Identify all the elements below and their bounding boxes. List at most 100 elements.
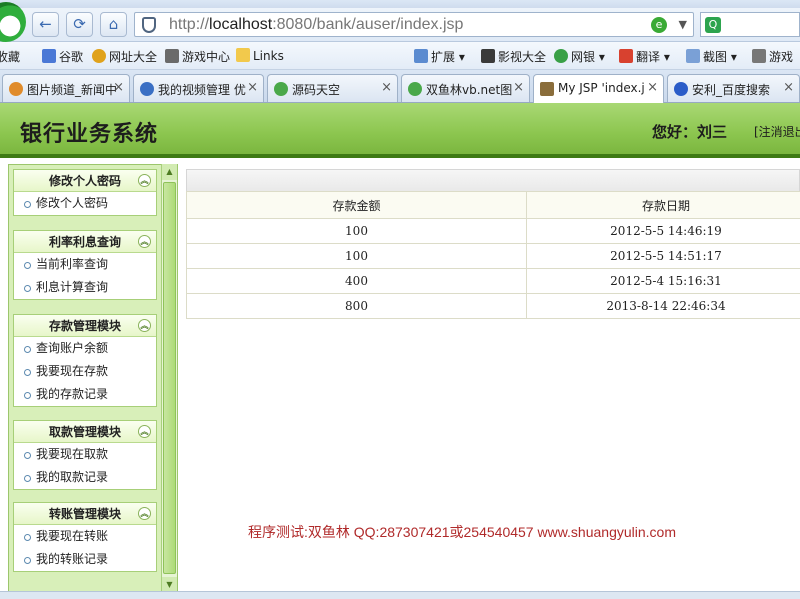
table-row: 100 2012-5-5 14:46:19: [186, 218, 800, 244]
collapse-icon[interactable]: ︽: [138, 235, 151, 248]
browser-logo-icon: [0, 2, 26, 42]
back-button[interactable]: ←: [32, 12, 59, 37]
menu-deposit: 存款管理模块 ︽ 查询账户余额 我要现在存款 我的存款记录: [13, 314, 157, 407]
menu-interest: 利率利息查询 ︽ 当前利率查询 利息计算查询: [13, 230, 157, 300]
refresh-button[interactable]: ⟳: [66, 12, 93, 37]
browser-tab[interactable]: 图片频道_新闻中 ×: [2, 74, 130, 102]
cell-date: 2012-5-5 14:46:19: [526, 218, 800, 244]
menu-header[interactable]: 存款管理模块 ︽: [14, 315, 156, 337]
browser-tab[interactable]: 我的视频管理 优 ×: [133, 74, 264, 102]
tab-strip: 图片频道_新闻中 × 我的视频管理 优 × 源码天空 × 双鱼林vb.net图 × My…: [0, 70, 800, 103]
translate-icon: [619, 49, 633, 63]
favorite-item[interactable]: 收藏: [0, 48, 20, 65]
bank-icon: [554, 49, 568, 63]
collapse-icon[interactable]: ︽: [138, 319, 151, 332]
address-dropdown-icon[interactable]: ▼: [679, 18, 687, 31]
browser-tab-active[interactable]: My JSP 'index.j ×: [533, 74, 664, 103]
close-icon[interactable]: ×: [381, 80, 392, 95]
browser-tab[interactable]: 源码天空 ×: [267, 74, 398, 102]
gamepad-icon: [165, 49, 179, 63]
sidebar-item-transfer[interactable]: 我要现在转账: [14, 525, 156, 548]
tab-favicon-icon: [140, 82, 154, 96]
favorite-item[interactable]: 谷歌: [42, 48, 83, 65]
gamepad-icon: [752, 49, 766, 63]
favorite-item[interactable]: 游戏中心: [165, 48, 230, 65]
menu-withdraw: 取款管理模块 ︽ 我要现在取款 我的取款记录: [13, 420, 157, 490]
close-icon[interactable]: ×: [513, 80, 524, 95]
search-engine-icon[interactable]: Q: [705, 17, 721, 33]
cell-amount: 400: [186, 268, 527, 294]
address-bar[interactable]: http://localhost:8080/bank/auser/index.j…: [134, 12, 694, 37]
table-header-row: 存款金额 存款日期: [186, 191, 800, 219]
menu-transfer: 转账管理模块 ︽ 我要现在转账 我的转账记录: [13, 502, 157, 572]
content-toolbar: [186, 169, 800, 191]
menu-header[interactable]: 修改个人密码 ︽: [14, 170, 156, 192]
sidebar-item-transfer-records[interactable]: 我的转账记录: [14, 548, 156, 571]
home-button[interactable]: ⌂: [100, 12, 127, 37]
favorite-item[interactable]: 游戏: [752, 48, 793, 65]
navigation-bar: ← ⟳ ⌂ http://localhost:8080/bank/auser/i…: [0, 2, 800, 42]
sidebar-scrollbar[interactable]: ▲ ▼: [161, 164, 177, 593]
smiley-icon: [92, 49, 106, 63]
search-box[interactable]: Q: [700, 12, 800, 37]
close-icon[interactable]: ×: [783, 80, 794, 95]
sidebar-item-current-rate[interactable]: 当前利率查询: [14, 253, 156, 276]
cell-date: 2012-5-4 15:16:31: [526, 268, 800, 294]
menu-header[interactable]: 利率利息查询 ︽: [14, 231, 156, 253]
sidebar-item-withdraw-records[interactable]: 我的取款记录: [14, 466, 156, 489]
collapse-icon[interactable]: ︽: [138, 174, 151, 187]
cell-amount: 100: [186, 243, 527, 269]
footer-credit: 程序测试:双鱼林 QQ:287307421或254540457 www.shua…: [248, 524, 676, 540]
scrollbar-thumb[interactable]: [163, 182, 176, 574]
compat-mode-icon[interactable]: e: [651, 17, 667, 33]
cell-date: 2012-5-5 14:51:17: [526, 243, 800, 269]
logout-link[interactable]: [注消退出]: [754, 123, 800, 140]
site-header: 银行业务系统 您好：刘三 [注消退出]: [0, 103, 800, 158]
menu-header[interactable]: 取款管理模块 ︽: [14, 421, 156, 443]
sidebar-item-balance[interactable]: 查询账户余额: [14, 337, 156, 360]
security-shield-icon: [142, 17, 156, 33]
browser-tab[interactable]: 安利_百度搜索 ×: [667, 74, 800, 102]
deposit-records-table: 存款金额 存款日期 100 2012-5-5 14:46:19 100 2012-5…: [186, 191, 800, 319]
sidebar-item-withdraw[interactable]: 我要现在取款: [14, 443, 156, 466]
close-icon[interactable]: ×: [247, 80, 258, 95]
main-content: 存款金额 存款日期 100 2012-5-5 14:46:19 100 2012-5…: [186, 169, 800, 319]
close-icon[interactable]: ×: [647, 80, 658, 95]
sidebar-item-deposit-records[interactable]: 我的存款记录: [14, 383, 156, 406]
user-greeting: 您好：刘三: [652, 123, 728, 141]
favorite-item[interactable]: 网址大全: [92, 48, 157, 65]
sidebar-item-interest-calc[interactable]: 利息计算查询: [14, 276, 156, 299]
favorite-item[interactable]: Links: [236, 48, 284, 63]
tab-favicon-icon: [540, 82, 554, 96]
menu-header[interactable]: 转账管理模块 ︽: [14, 503, 156, 525]
address-url[interactable]: http://localhost:8080/bank/auser/index.j…: [169, 16, 463, 34]
folder-icon: [236, 48, 250, 62]
collapse-icon[interactable]: ︽: [138, 507, 151, 520]
favorites-bar: 收藏 谷歌 网址大全 游戏中心 Links 扩展 ▾ 影视大全 网银 ▾ 翻译 …: [0, 42, 800, 70]
google-icon: [42, 49, 56, 63]
table-row: 100 2012-5-5 14:51:17: [186, 243, 800, 269]
favorite-item[interactable]: 影视大全: [481, 48, 546, 65]
sidebar-item-deposit[interactable]: 我要现在存款: [14, 360, 156, 383]
tab-favicon-icon: [274, 82, 288, 96]
screenshot-icon: [686, 49, 700, 63]
favorite-item[interactable]: 翻译 ▾: [619, 48, 670, 65]
cell-amount: 800: [186, 293, 527, 319]
collapse-icon[interactable]: ︽: [138, 425, 151, 438]
tab-favicon-icon: [408, 82, 422, 96]
favorite-item[interactable]: 网银 ▾: [554, 48, 605, 65]
extension-icon: [414, 49, 428, 63]
favorite-item[interactable]: 截图 ▾: [686, 48, 737, 65]
table-row: 400 2012-5-4 15:16:31: [186, 268, 800, 294]
browser-tab[interactable]: 双鱼林vb.net图 ×: [401, 74, 530, 102]
sidebar-frame: 修改个人密码 ︽ 修改个人密码 利率利息查询 ︽ 当前利率查询 利息计算查询 存款管…: [8, 164, 178, 593]
favorite-item[interactable]: 扩展 ▾: [414, 48, 465, 65]
site-title: 银行业务系统: [20, 122, 159, 147]
close-icon[interactable]: ×: [113, 80, 124, 95]
scroll-up-icon[interactable]: ▲: [162, 164, 177, 180]
sidebar-item-change-password[interactable]: 修改个人密码: [14, 192, 156, 215]
film-icon: [481, 49, 495, 63]
tab-favicon-icon: [9, 82, 23, 96]
status-bar: [0, 591, 800, 599]
cell-date: 2013-8-14 22:46:34: [526, 293, 800, 319]
